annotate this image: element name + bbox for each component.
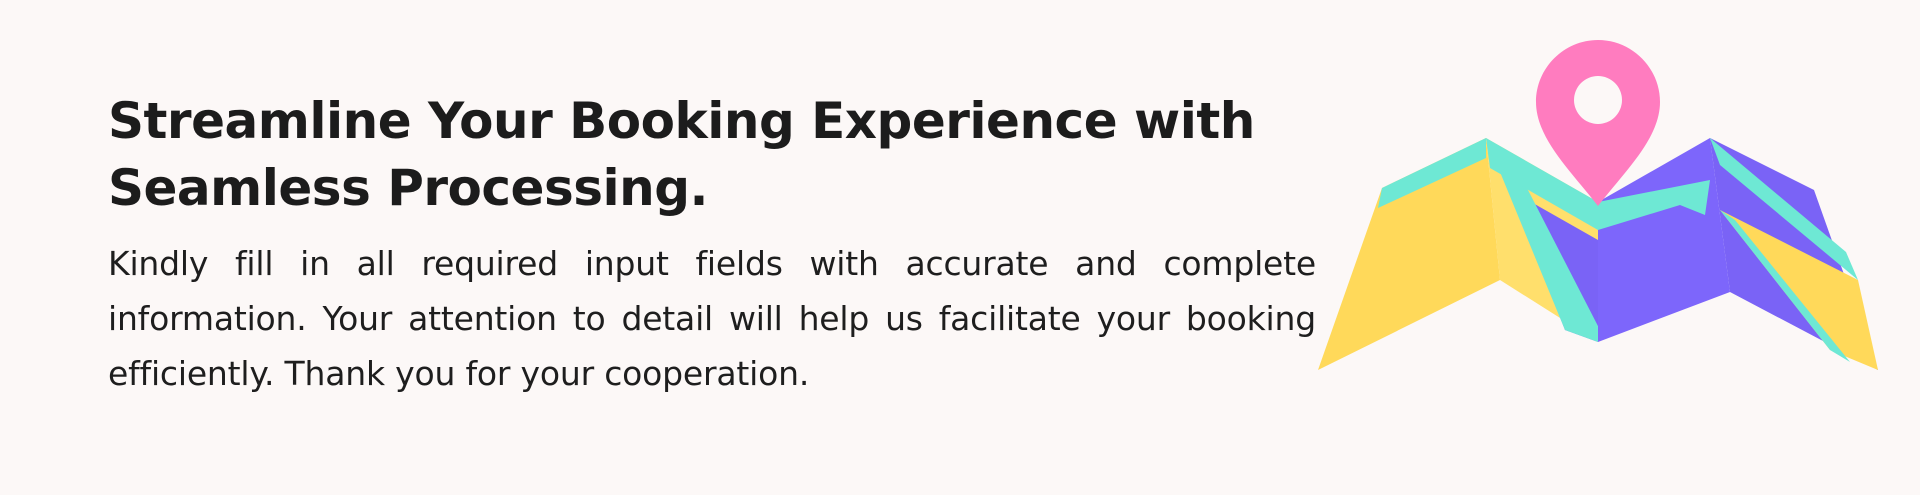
banner-text: Streamline Your Booking Experience with … xyxy=(108,88,1316,401)
banner-description: Kindly fill in all required input fields… xyxy=(108,244,1316,393)
banner-headline: Streamline Your Booking Experience with … xyxy=(108,92,1255,217)
booking-banner: Streamline Your Booking Experience with … xyxy=(0,0,1920,495)
map-panel-left xyxy=(1318,138,1500,370)
map-pin-icon xyxy=(1318,40,1878,370)
pin-hole xyxy=(1574,76,1622,124)
